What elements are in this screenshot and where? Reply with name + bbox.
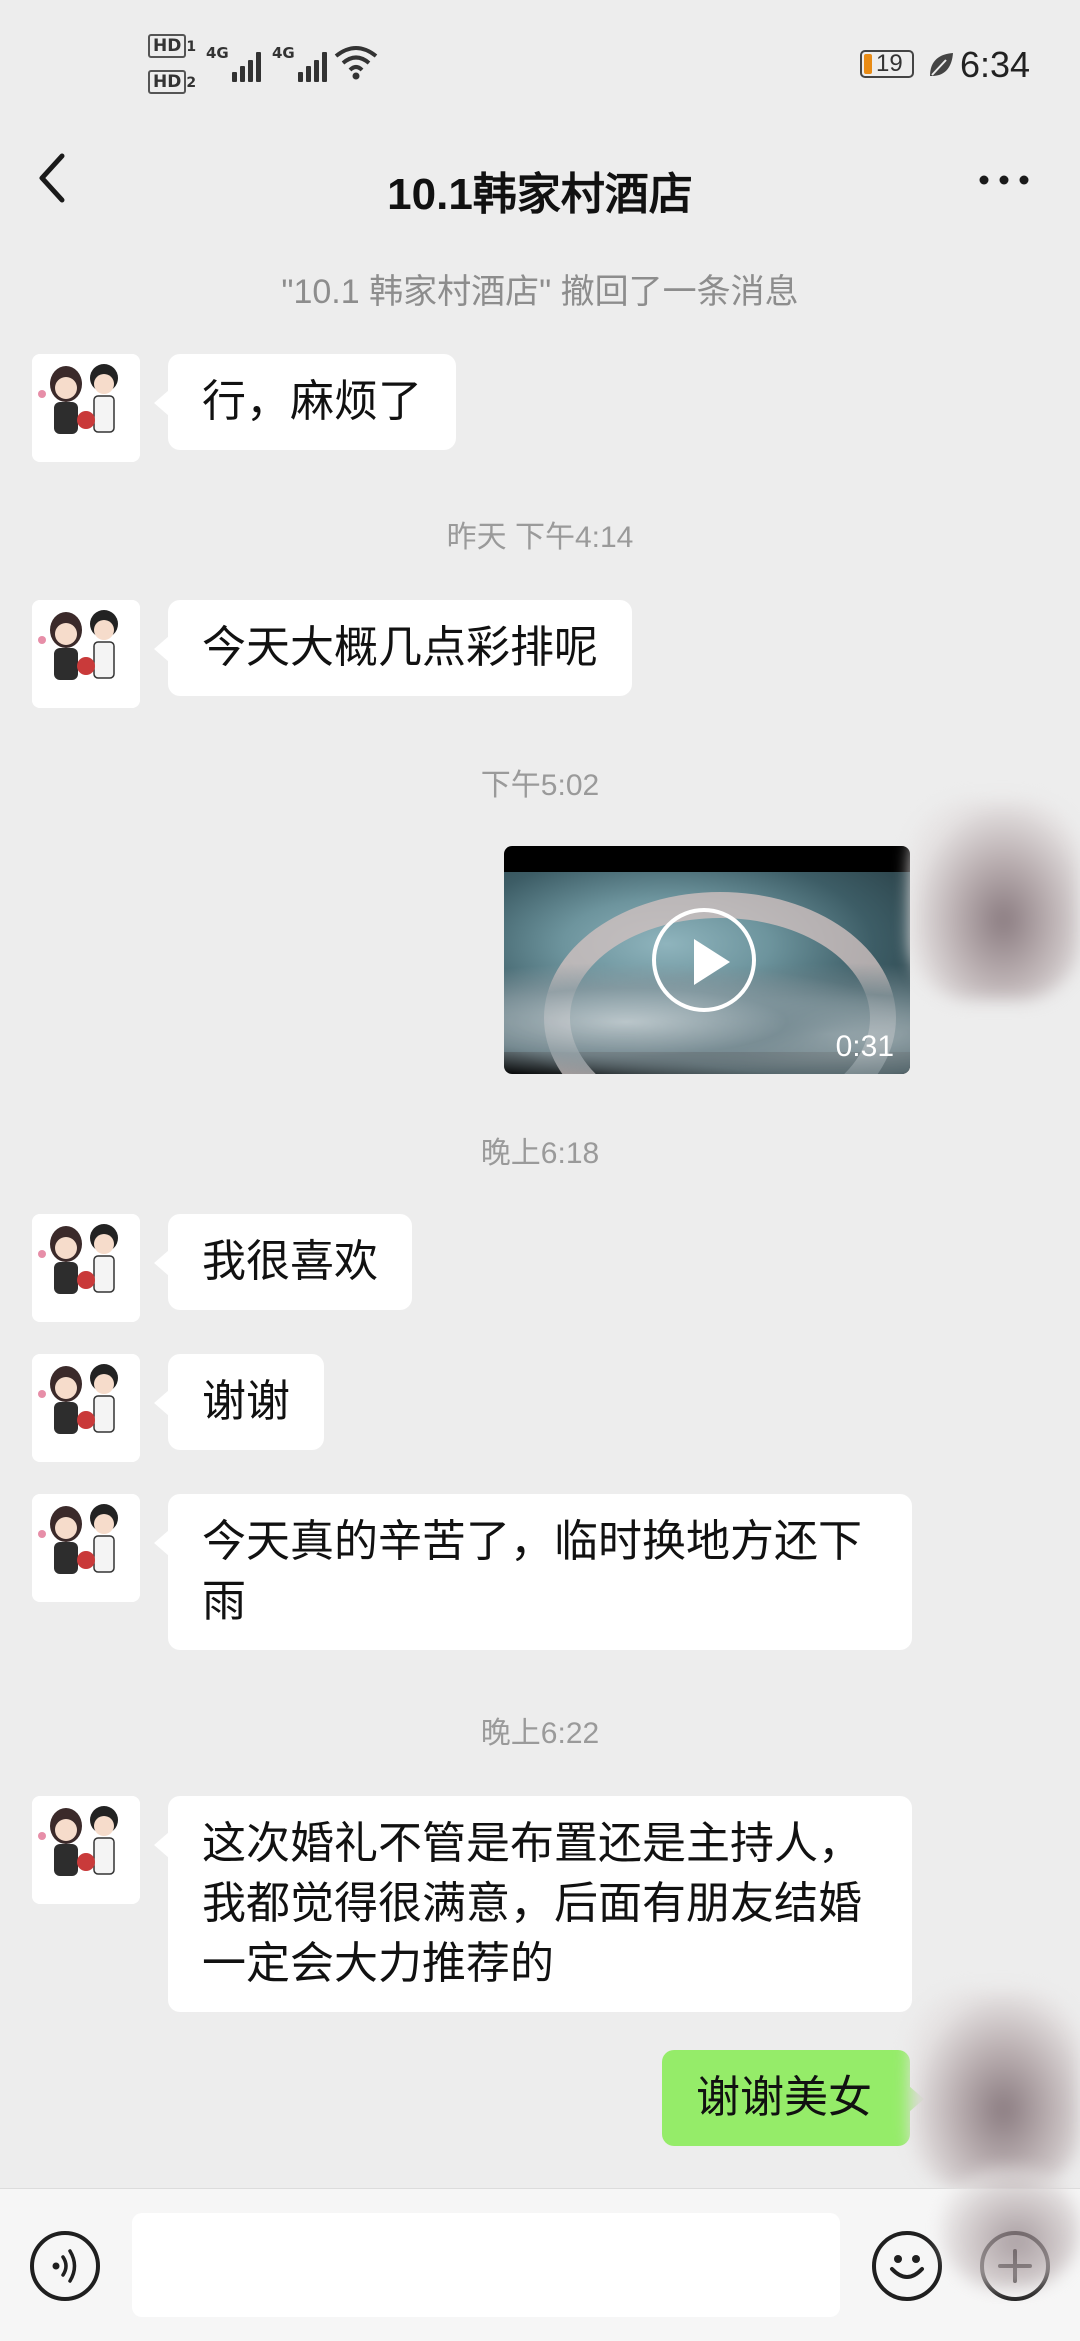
message-bubble-outgoing[interactable]: 谢谢美女 xyxy=(662,2050,924,2146)
more-horizontal-icon[interactable] xyxy=(976,170,1032,190)
signal-icon xyxy=(212,46,262,82)
message-bubble[interactable]: 今天真的辛苦了，临时换地方还下雨 xyxy=(154,1494,912,1650)
power-saving-leaf-icon xyxy=(930,53,953,76)
blurred-self-avatar[interactable] xyxy=(910,800,1080,1000)
chat-header: 10.1韩家村酒店 xyxy=(0,130,1080,240)
avatar[interactable] xyxy=(32,600,140,708)
message-input[interactable] xyxy=(132,2213,840,2317)
avatar[interactable] xyxy=(32,1214,140,1322)
message-bubble[interactable]: 谢谢 xyxy=(154,1354,324,1450)
message-bubble[interactable]: 我很喜欢 xyxy=(154,1214,412,1310)
blurred-self-avatar[interactable] xyxy=(910,1990,1080,2190)
play-icon[interactable] xyxy=(652,908,756,1012)
video-duration: 0:31 xyxy=(835,1030,894,1063)
input-bar xyxy=(0,2169,1080,2341)
wifi-icon xyxy=(334,46,378,80)
clock: 6:34 xyxy=(960,44,1031,85)
avatar[interactable] xyxy=(32,1354,140,1462)
avatar[interactable] xyxy=(32,1494,140,1602)
cartoon-couple-avatar-icon xyxy=(32,600,140,708)
message-bubble[interactable]: 这次婚礼不管是布置还是主持人，我都觉得很满意，后面有朋友结婚一定会大力推荐的 xyxy=(154,1796,912,2012)
avatar[interactable] xyxy=(32,1796,140,1904)
cartoon-couple-avatar-icon xyxy=(32,1796,140,1904)
recall-notice: "10.1 韩家村酒店" 撤回了一条消息 xyxy=(281,273,799,311)
hd-badge-2: HD 2 xyxy=(148,70,196,94)
video-message[interactable]: 0:31 xyxy=(504,846,910,1074)
battery-icon: 19 xyxy=(860,50,914,78)
status-bar: HD 1 HD 2 4G 4G 19 6:34 xyxy=(0,0,1080,130)
chat-title: 10.1韩家村酒店 xyxy=(387,170,693,219)
message-bubble[interactable]: 今天大概几点彩排呢 xyxy=(154,600,632,696)
hd-badge-1: HD 1 xyxy=(148,34,196,58)
timestamp: 晚上6:22 xyxy=(480,1717,600,1750)
timestamp: 下午5:02 xyxy=(480,769,600,802)
signal-icon-2 xyxy=(278,46,328,82)
cartoon-couple-avatar-icon xyxy=(32,1494,140,1602)
voice-icon[interactable] xyxy=(30,2231,100,2301)
cartoon-couple-avatar-icon xyxy=(32,1214,140,1322)
cartoon-couple-avatar-icon xyxy=(32,354,140,462)
message-bubble[interactable]: 行，麻烦了 xyxy=(154,354,456,450)
timestamp: 昨天 下午4:14 xyxy=(446,521,634,554)
cartoon-couple-avatar-icon xyxy=(32,1354,140,1462)
timestamp: 晚上6:18 xyxy=(480,1137,600,1170)
avatar[interactable] xyxy=(32,354,140,462)
blurred-overlay xyxy=(940,2169,1080,2289)
emoji-icon[interactable] xyxy=(872,2231,942,2301)
